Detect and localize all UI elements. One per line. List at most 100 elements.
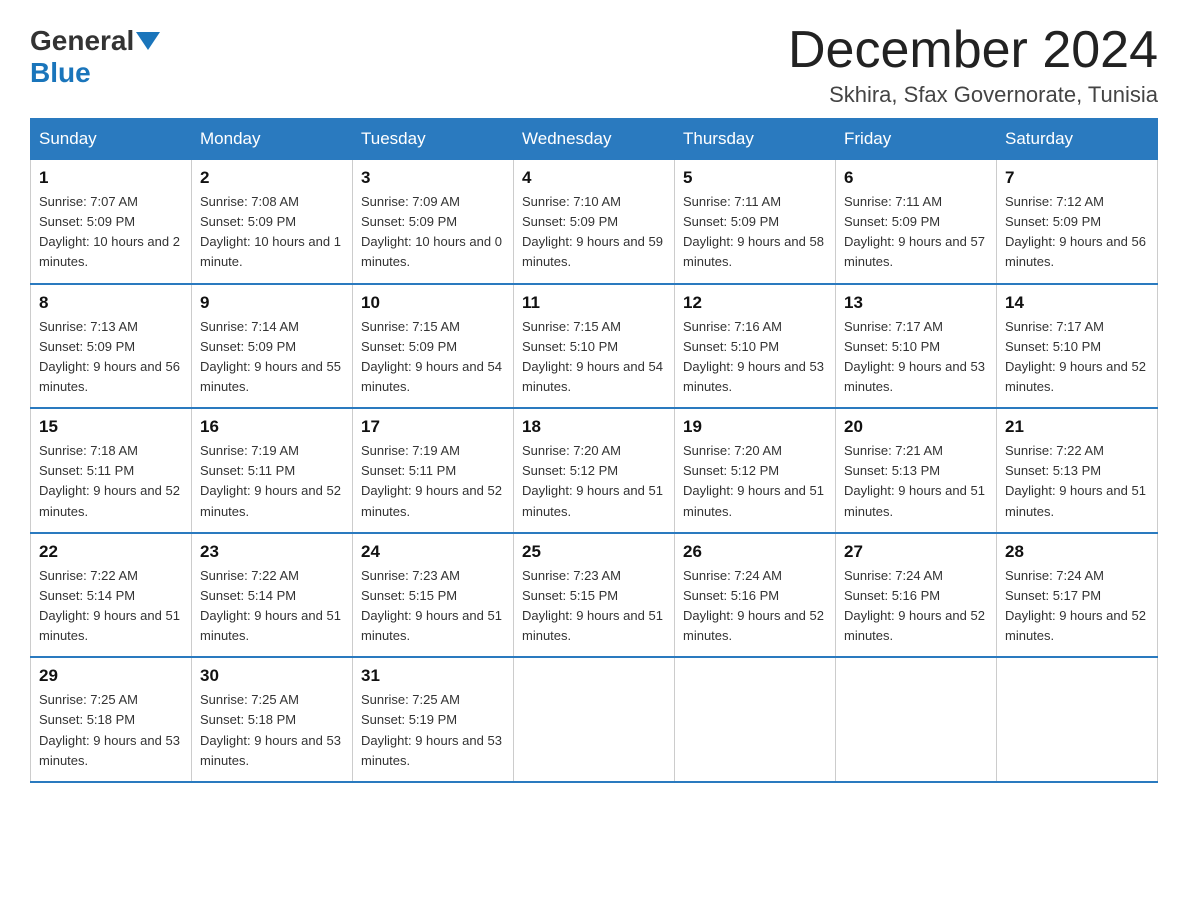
calendar-day-header: Saturday <box>997 119 1158 160</box>
calendar-cell: 31 Sunrise: 7:25 AMSunset: 5:19 PMDayligh… <box>353 657 514 782</box>
calendar-cell: 3Sunrise: 7:09 AMSunset: 5:09 PMDaylight… <box>353 160 514 284</box>
day-number: 17 <box>361 417 505 437</box>
day-info: Sunrise: 7:18 AMSunset: 5:11 PMDaylight:… <box>39 441 183 522</box>
calendar-cell: 26Sunrise: 7:24 AMSunset: 5:16 PMDayligh… <box>675 533 836 658</box>
logo-triangle-icon <box>136 32 160 50</box>
calendar-week-row: 15 Sunrise: 7:18 AMSunset: 5:11 PMDayligh… <box>31 408 1158 533</box>
logo: General Blue <box>30 20 162 89</box>
calendar-cell: 18 Sunrise: 7:20 AMSunset: 5:12 PMDayligh… <box>514 408 675 533</box>
calendar-body: 1 Sunrise: 7:07 AMSunset: 5:09 PMDaylight… <box>31 160 1158 782</box>
day-number: 20 <box>844 417 988 437</box>
day-info: Sunrise: 7:24 AMSunset: 5:16 PMDaylight:… <box>844 566 988 647</box>
day-info: Sunrise: 7:21 AMSunset: 5:13 PMDaylight:… <box>844 441 988 522</box>
day-number: 12 <box>683 293 827 313</box>
day-info: Sunrise: 7:15 AMSunset: 5:10 PMDaylight:… <box>522 317 666 398</box>
calendar-week-row: 22 Sunrise: 7:22 AMSunset: 5:14 PMDayligh… <box>31 533 1158 658</box>
day-number: 13 <box>844 293 988 313</box>
calendar-day-header: Sunday <box>31 119 192 160</box>
calendar-cell: 6Sunrise: 7:11 AMSunset: 5:09 PMDaylight… <box>836 160 997 284</box>
day-info: Sunrise: 7:10 AMSunset: 5:09 PMDaylight:… <box>522 192 666 273</box>
day-info: Sunrise: 7:22 AMSunset: 5:14 PMDaylight:… <box>200 566 344 647</box>
day-info: Sunrise: 7:24 AMSunset: 5:17 PMDaylight:… <box>1005 566 1149 647</box>
calendar-week-row: 1 Sunrise: 7:07 AMSunset: 5:09 PMDaylight… <box>31 160 1158 284</box>
calendar-cell: 12 Sunrise: 7:16 AMSunset: 5:10 PMDayligh… <box>675 284 836 409</box>
day-info: Sunrise: 7:12 AMSunset: 5:09 PMDaylight:… <box>1005 192 1149 273</box>
month-title: December 2024 <box>788 20 1158 80</box>
day-number: 31 <box>361 666 505 686</box>
calendar-cell: 29Sunrise: 7:25 AMSunset: 5:18 PMDayligh… <box>31 657 192 782</box>
calendar-cell: 15 Sunrise: 7:18 AMSunset: 5:11 PMDayligh… <box>31 408 192 533</box>
day-number: 26 <box>683 542 827 562</box>
day-info: Sunrise: 7:17 AMSunset: 5:10 PMDaylight:… <box>844 317 988 398</box>
day-number: 28 <box>1005 542 1149 562</box>
location-subtitle: Skhira, Sfax Governorate, Tunisia <box>788 82 1158 108</box>
calendar-cell <box>836 657 997 782</box>
calendar-cell: 10 Sunrise: 7:15 AMSunset: 5:09 PMDayligh… <box>353 284 514 409</box>
day-number: 5 <box>683 168 827 188</box>
calendar-cell: 30Sunrise: 7:25 AMSunset: 5:18 PMDayligh… <box>192 657 353 782</box>
calendar-cell <box>514 657 675 782</box>
calendar-cell: 13 Sunrise: 7:17 AMSunset: 5:10 PMDayligh… <box>836 284 997 409</box>
calendar-cell: 23Sunrise: 7:22 AMSunset: 5:14 PMDayligh… <box>192 533 353 658</box>
day-info: Sunrise: 7:25 AMSunset: 5:18 PMDaylight:… <box>200 690 344 771</box>
day-info: Sunrise: 7:25 AMSunset: 5:18 PMDaylight:… <box>39 690 183 771</box>
day-number: 25 <box>522 542 666 562</box>
day-info: Sunrise: 7:13 AMSunset: 5:09 PMDaylight:… <box>39 317 183 398</box>
calendar-day-header: Thursday <box>675 119 836 160</box>
day-info: Sunrise: 7:25 AMSunset: 5:19 PMDaylight:… <box>361 690 505 771</box>
day-info: Sunrise: 7:08 AMSunset: 5:09 PMDaylight:… <box>200 192 344 273</box>
calendar-cell: 14 Sunrise: 7:17 AMSunset: 5:10 PMDayligh… <box>997 284 1158 409</box>
day-info: Sunrise: 7:11 AMSunset: 5:09 PMDaylight:… <box>844 192 988 273</box>
calendar-week-row: 8 Sunrise: 7:13 AMSunset: 5:09 PMDaylight… <box>31 284 1158 409</box>
day-info: Sunrise: 7:09 AMSunset: 5:09 PMDaylight:… <box>361 192 505 273</box>
title-block: December 2024 Skhira, Sfax Governorate, … <box>788 20 1158 108</box>
day-info: Sunrise: 7:07 AMSunset: 5:09 PMDaylight:… <box>39 192 183 273</box>
calendar-cell: 21 Sunrise: 7:22 AMSunset: 5:13 PMDayligh… <box>997 408 1158 533</box>
day-info: Sunrise: 7:19 AMSunset: 5:11 PMDaylight:… <box>361 441 505 522</box>
day-number: 7 <box>1005 168 1149 188</box>
calendar-cell: 5 Sunrise: 7:11 AMSunset: 5:09 PMDaylight… <box>675 160 836 284</box>
day-info: Sunrise: 7:16 AMSunset: 5:10 PMDaylight:… <box>683 317 827 398</box>
calendar-cell: 16 Sunrise: 7:19 AMSunset: 5:11 PMDayligh… <box>192 408 353 533</box>
calendar-cell <box>675 657 836 782</box>
day-number: 11 <box>522 293 666 313</box>
calendar-day-header: Friday <box>836 119 997 160</box>
day-number: 2 <box>200 168 344 188</box>
day-info: Sunrise: 7:22 AMSunset: 5:14 PMDaylight:… <box>39 566 183 647</box>
calendar-day-header: Wednesday <box>514 119 675 160</box>
calendar-cell: 19Sunrise: 7:20 AMSunset: 5:12 PMDayligh… <box>675 408 836 533</box>
logo-blue-text: Blue <box>30 57 91 89</box>
day-number: 14 <box>1005 293 1149 313</box>
day-number: 21 <box>1005 417 1149 437</box>
day-number: 1 <box>39 168 183 188</box>
day-number: 18 <box>522 417 666 437</box>
day-info: Sunrise: 7:15 AMSunset: 5:09 PMDaylight:… <box>361 317 505 398</box>
day-number: 16 <box>200 417 344 437</box>
day-info: Sunrise: 7:23 AMSunset: 5:15 PMDaylight:… <box>522 566 666 647</box>
calendar-cell: 4 Sunrise: 7:10 AMSunset: 5:09 PMDaylight… <box>514 160 675 284</box>
day-number: 4 <box>522 168 666 188</box>
day-number: 27 <box>844 542 988 562</box>
day-info: Sunrise: 7:20 AMSunset: 5:12 PMDaylight:… <box>522 441 666 522</box>
day-number: 8 <box>39 293 183 313</box>
day-info: Sunrise: 7:17 AMSunset: 5:10 PMDaylight:… <box>1005 317 1149 398</box>
calendar-header-row: SundayMondayTuesdayWednesdayThursdayFrid… <box>31 119 1158 160</box>
day-number: 10 <box>361 293 505 313</box>
calendar-cell: 11 Sunrise: 7:15 AMSunset: 5:10 PMDayligh… <box>514 284 675 409</box>
day-info: Sunrise: 7:11 AMSunset: 5:09 PMDaylight:… <box>683 192 827 273</box>
calendar-cell: 2 Sunrise: 7:08 AMSunset: 5:09 PMDaylight… <box>192 160 353 284</box>
logo-general-text: General <box>30 25 134 57</box>
calendar-cell: 28 Sunrise: 7:24 AMSunset: 5:17 PMDayligh… <box>997 533 1158 658</box>
day-info: Sunrise: 7:19 AMSunset: 5:11 PMDaylight:… <box>200 441 344 522</box>
calendar-cell: 25 Sunrise: 7:23 AMSunset: 5:15 PMDayligh… <box>514 533 675 658</box>
day-number: 22 <box>39 542 183 562</box>
calendar-cell: 20 Sunrise: 7:21 AMSunset: 5:13 PMDayligh… <box>836 408 997 533</box>
calendar-cell: 9Sunrise: 7:14 AMSunset: 5:09 PMDaylight… <box>192 284 353 409</box>
calendar-day-header: Monday <box>192 119 353 160</box>
calendar-week-row: 29Sunrise: 7:25 AMSunset: 5:18 PMDayligh… <box>31 657 1158 782</box>
day-info: Sunrise: 7:22 AMSunset: 5:13 PMDaylight:… <box>1005 441 1149 522</box>
day-info: Sunrise: 7:23 AMSunset: 5:15 PMDaylight:… <box>361 566 505 647</box>
day-number: 15 <box>39 417 183 437</box>
day-number: 19 <box>683 417 827 437</box>
calendar-cell <box>997 657 1158 782</box>
